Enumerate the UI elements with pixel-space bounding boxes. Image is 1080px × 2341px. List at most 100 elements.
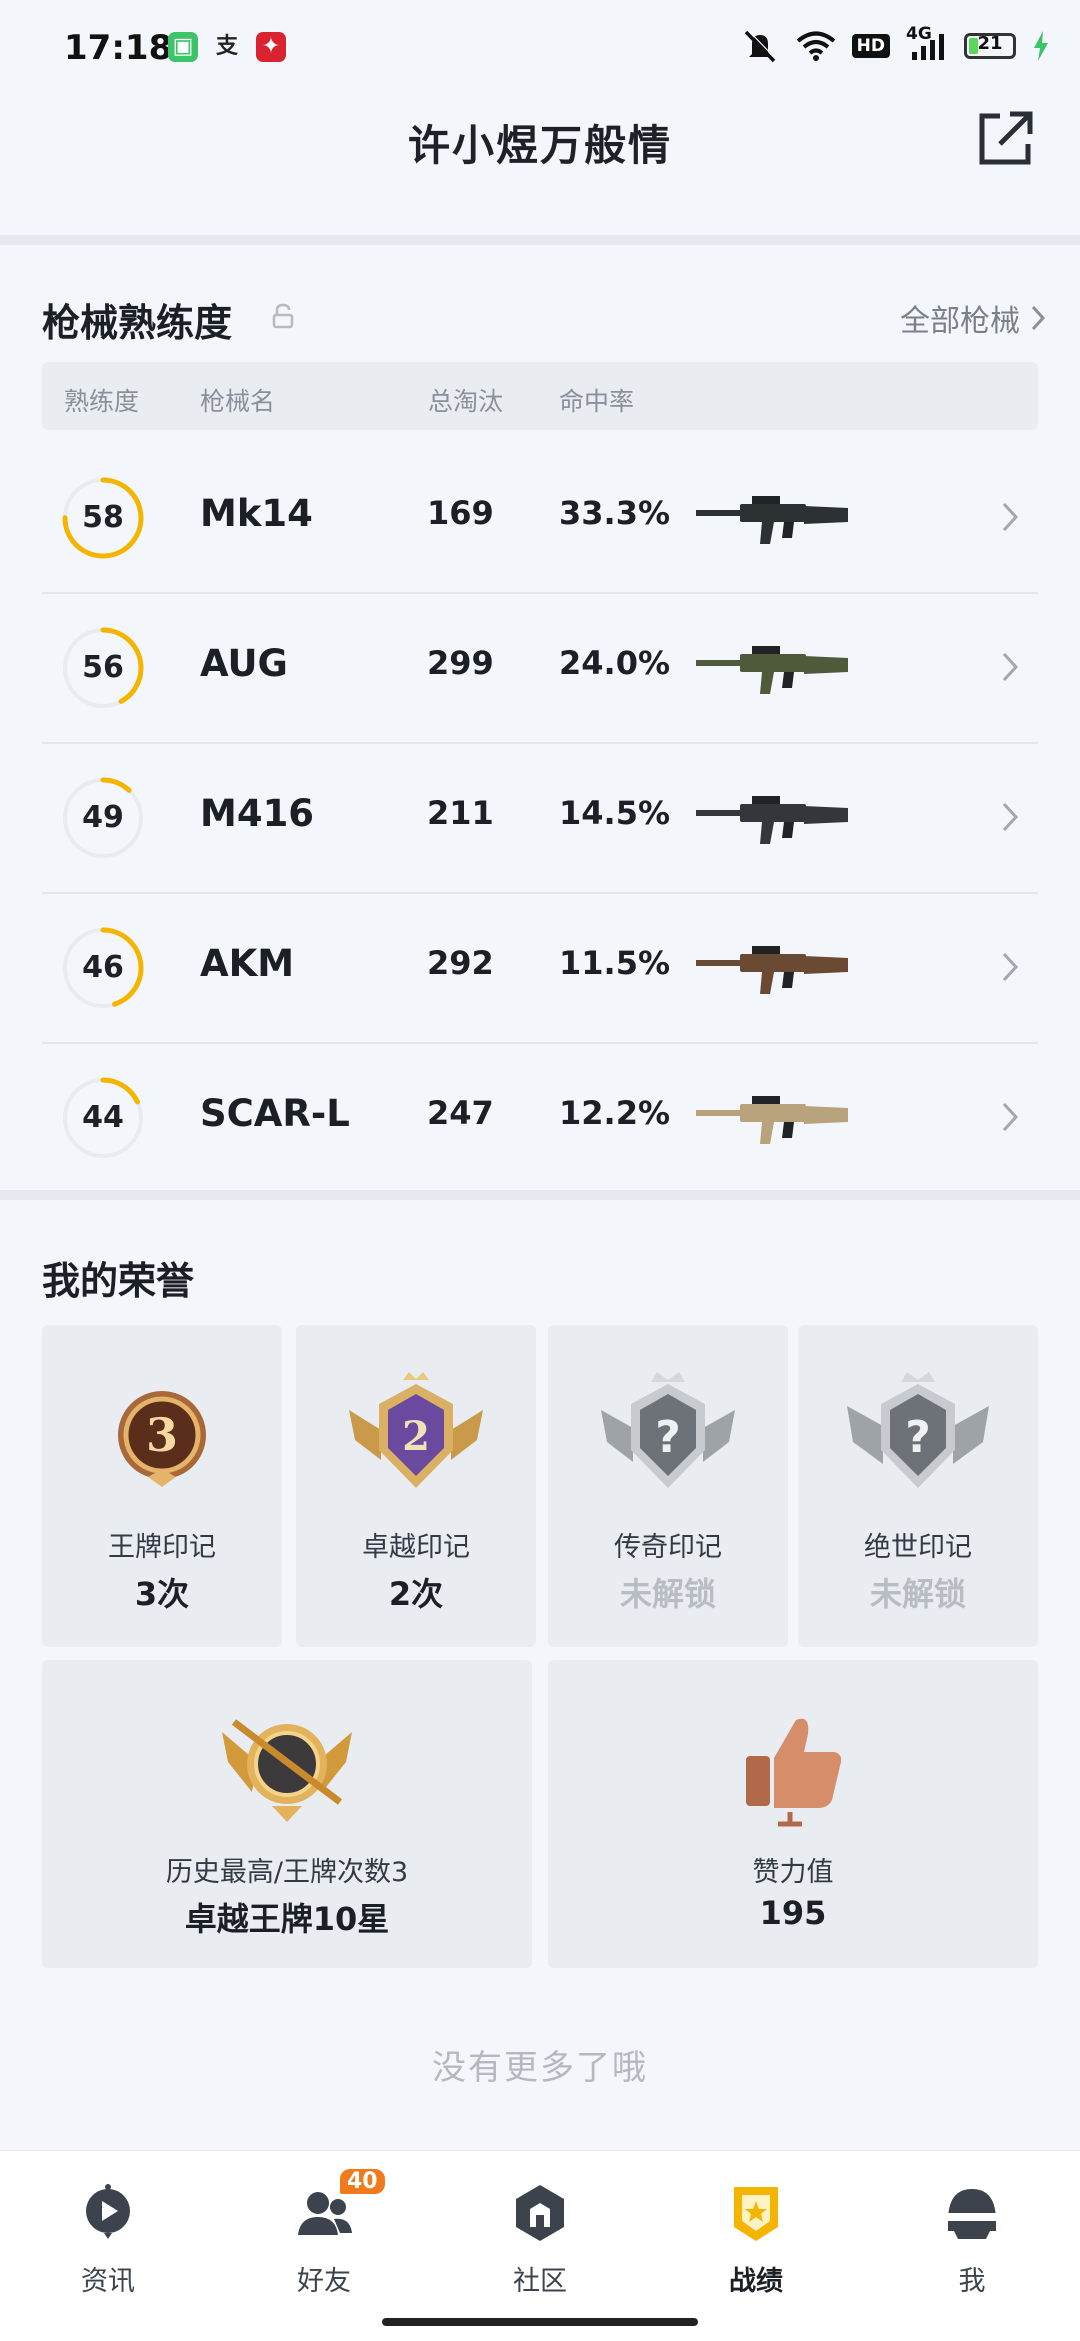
ace-mark-badge-icon: 3 bbox=[118, 1391, 206, 1487]
honor-value: 未解锁 bbox=[619, 1575, 716, 1613]
weapon-name: AKM bbox=[200, 942, 295, 985]
all-weapons-link[interactable]: 全部枪械 bbox=[900, 296, 1046, 340]
weapon-row[interactable]: 49 M416 211 14.5% bbox=[42, 742, 1038, 894]
honor-card-ace[interactable]: 3 王牌印记 3次 bbox=[42, 1325, 282, 1647]
ace-rank-emblem-icon bbox=[222, 1719, 352, 1822]
proficiency-value: 56 bbox=[82, 650, 124, 685]
weapon-image-icon bbox=[696, 796, 848, 844]
nav-label: 社区 bbox=[513, 2266, 567, 2297]
weapon-row[interactable]: 46 AKM 292 11.5% bbox=[42, 892, 1038, 1044]
weapon-name: Mk14 bbox=[200, 492, 313, 535]
status-indicators: HD 4G 21 bbox=[740, 24, 1050, 64]
battery-indicator: 21 bbox=[964, 33, 1016, 59]
weapon-kills: 169 bbox=[427, 494, 494, 532]
chevron-right-icon bbox=[1031, 305, 1046, 331]
weapon-row[interactable]: 56 AUG 299 24.0% bbox=[42, 592, 1038, 744]
svg-text:2: 2 bbox=[402, 1413, 430, 1460]
section-divider bbox=[0, 1190, 1080, 1200]
home-indicator[interactable] bbox=[382, 2318, 698, 2326]
charging-bolt-icon bbox=[1034, 31, 1048, 61]
svg-text:?: ? bbox=[905, 1412, 931, 1463]
likes-label: 赞力值 bbox=[752, 1857, 834, 1888]
helmet-profile-icon bbox=[946, 2189, 998, 2239]
honor-card-legend[interactable]: ? 传奇印记 未解锁 bbox=[548, 1325, 788, 1647]
nav-item-community[interactable]: 社区 bbox=[470, 2171, 610, 2297]
game-app-icon: ✦ bbox=[256, 32, 286, 62]
bottom-nav: 资讯 40 好友 社区 战绩 我 bbox=[0, 2150, 1080, 2341]
weapon-image-icon bbox=[696, 646, 848, 694]
nav-item-records[interactable]: 战绩 bbox=[686, 2171, 826, 2297]
chevron-right-icon bbox=[1002, 652, 1019, 682]
likes-value: 195 bbox=[759, 1894, 827, 1932]
nav-item-friends[interactable]: 40 好友 bbox=[254, 2169, 394, 2297]
legend-mark-locked-icon: ? bbox=[601, 1372, 735, 1488]
weapon-accuracy: 11.5% bbox=[559, 944, 671, 982]
proficiency-value: 49 bbox=[82, 800, 124, 835]
community-icon bbox=[516, 2185, 564, 2241]
honor-card-likes[interactable]: 赞力值 195 bbox=[548, 1660, 1038, 1968]
page-header: 许小煜万般情 bbox=[0, 90, 1080, 230]
honor-label: 卓越印记 bbox=[362, 1532, 470, 1563]
nav-label: 资讯 bbox=[81, 2266, 135, 2297]
weapon-name: AUG bbox=[200, 642, 288, 685]
chevron-right-icon bbox=[1002, 502, 1019, 532]
thumbs-up-icon bbox=[746, 1718, 842, 1827]
honor-label: 绝世印记 bbox=[864, 1532, 972, 1563]
chevron-right-icon bbox=[1002, 802, 1019, 832]
weapon-image-icon bbox=[696, 496, 848, 544]
weapon-kills: 211 bbox=[427, 794, 494, 832]
weapon-row[interactable]: 44 SCAR-L 247 12.2% bbox=[42, 1042, 1038, 1192]
nav-item-news[interactable]: 资讯 bbox=[38, 2171, 178, 2297]
weapon-kills: 247 bbox=[427, 1094, 494, 1132]
lock-icon[interactable] bbox=[270, 302, 296, 330]
silent-bell-icon bbox=[744, 29, 777, 63]
nav-label: 战绩 bbox=[729, 2266, 783, 2297]
wifi-icon bbox=[796, 31, 835, 61]
weapon-image-icon bbox=[696, 1096, 848, 1144]
history-rank-value: 卓越王牌10星 bbox=[184, 1900, 390, 1938]
peerless-mark-locked-icon: ? bbox=[847, 1372, 989, 1488]
weapon-image-icon bbox=[696, 946, 848, 994]
all-weapons-label: 全部枪械 bbox=[900, 304, 1020, 339]
weapon-kills: 299 bbox=[427, 644, 494, 682]
page-title: 许小煜万般情 bbox=[407, 121, 672, 170]
history-rank-label: 历史最高/王牌次数3 bbox=[165, 1857, 409, 1888]
honor-card-history-rank[interactable]: 历史最高/王牌次数3 卓越王牌10星 bbox=[42, 1660, 532, 1968]
honor-label: 传奇印记 bbox=[614, 1532, 722, 1563]
weapon-section-title: 枪械熟练度 bbox=[42, 301, 233, 345]
col-weapon-name: 枪械名 bbox=[200, 387, 276, 416]
col-accuracy: 命中率 bbox=[559, 387, 635, 416]
weapon-accuracy: 24.0% bbox=[559, 644, 671, 682]
weapon-accuracy: 33.3% bbox=[559, 494, 671, 532]
proficiency-value: 44 bbox=[82, 1100, 124, 1135]
col-proficiency: 熟练度 bbox=[64, 387, 140, 416]
excellence-mark-badge-icon: 2 bbox=[349, 1372, 483, 1488]
status-time: 17:18 bbox=[64, 28, 173, 68]
share-external-icon[interactable] bbox=[974, 108, 1036, 170]
chevron-right-icon bbox=[1002, 1102, 1019, 1132]
weapon-kills: 292 bbox=[427, 944, 494, 982]
record-medal-icon bbox=[734, 2187, 778, 2241]
honor-card-peerless[interactable]: ? 绝世印记 未解锁 bbox=[798, 1325, 1038, 1647]
proficiency-value: 46 bbox=[82, 950, 124, 985]
status-bar: 17:18 ▣ 支 ✦ HD 4G 21 bbox=[0, 0, 1080, 90]
nav-label: 我 bbox=[958, 2266, 986, 2297]
weapon-accuracy: 12.2% bbox=[559, 1094, 671, 1132]
weapon-name: SCAR-L bbox=[200, 1092, 350, 1135]
svg-text:3: 3 bbox=[146, 1408, 178, 1462]
messages-app-icon: ▣ bbox=[168, 32, 198, 62]
cell-signal-icon: 4G bbox=[906, 24, 948, 62]
honor-value: 2次 bbox=[388, 1575, 444, 1613]
col-kills: 总淘汰 bbox=[428, 387, 504, 416]
nav-label: 好友 bbox=[297, 2266, 351, 2297]
hd-indicator: HD bbox=[851, 34, 890, 58]
nav-item-me[interactable]: 我 bbox=[902, 2171, 1042, 2297]
weapon-table-header: 熟练度 枪械名 总淘汰 命中率 bbox=[42, 362, 1038, 430]
honor-label: 王牌印记 bbox=[108, 1532, 216, 1563]
news-play-icon bbox=[86, 2184, 130, 2239]
honor-card-excellence[interactable]: 2 卓越印记 2次 bbox=[296, 1325, 536, 1647]
weapon-row[interactable]: 58 Mk14 169 33.3% bbox=[42, 442, 1038, 594]
section-divider bbox=[0, 235, 1080, 245]
weapon-accuracy: 14.5% bbox=[559, 794, 671, 832]
svg-text:?: ? bbox=[655, 1412, 681, 1463]
